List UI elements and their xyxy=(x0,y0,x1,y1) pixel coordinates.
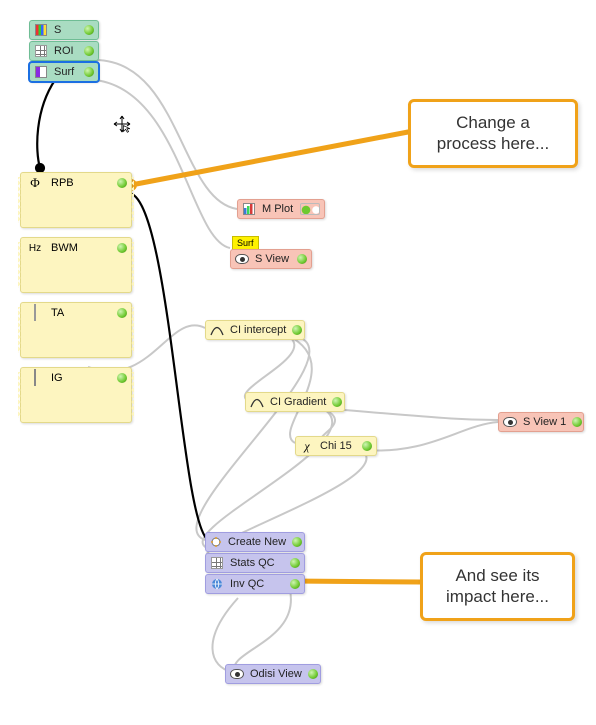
output-node-create-new[interactable]: Create New xyxy=(205,532,305,552)
process-node-ci-gradient[interactable]: CI Gradient xyxy=(245,392,345,412)
status-dot-icon xyxy=(332,397,342,407)
book-icon xyxy=(34,65,48,79)
node-label: TA xyxy=(45,307,111,319)
view-node-sview[interactable]: S View xyxy=(230,249,312,269)
ta-symbol-icon xyxy=(25,305,45,321)
node-label: Stats QC xyxy=(226,557,284,569)
status-dot-icon xyxy=(297,254,307,264)
callout-line: impact here... xyxy=(437,586,558,607)
callout-line: Change a xyxy=(425,112,561,133)
hz-symbol-icon: Hz xyxy=(25,243,45,254)
curve-icon xyxy=(250,395,264,409)
sticky-note: Surf xyxy=(232,236,259,250)
callout-change-process: Change a process here... xyxy=(408,99,578,168)
source-node-surf[interactable]: Surf xyxy=(29,62,99,82)
node-label: S xyxy=(50,24,78,36)
node-label: CI intercept xyxy=(226,324,286,336)
chi-symbol-icon: χ xyxy=(300,439,314,453)
status-dot-icon xyxy=(290,579,300,589)
node-label: S View xyxy=(251,253,291,265)
source-node-s[interactable]: S xyxy=(29,20,99,40)
status-dot-icon xyxy=(300,203,320,215)
eye-icon xyxy=(235,252,249,266)
process-node-rpb[interactable]: Φ RPB xyxy=(20,172,132,228)
phi-symbol-icon: Φ xyxy=(25,175,45,191)
chart-icon xyxy=(25,370,45,386)
grid-icon xyxy=(210,556,224,570)
workflow-canvas[interactable]: S ROI Surf Φ RPB Hz BWM xyxy=(0,0,596,725)
node-label: BWM xyxy=(45,242,111,254)
output-node-inv-qc[interactable]: Inv QC xyxy=(205,574,305,594)
process-node-bwm[interactable]: Hz BWM xyxy=(20,237,132,293)
node-label: Inv QC xyxy=(226,578,284,590)
node-label: Chi 15 xyxy=(316,440,356,452)
sparkle-icon xyxy=(210,535,222,549)
node-label: ROI xyxy=(50,45,78,57)
status-dot-icon xyxy=(572,417,582,427)
status-dot-icon xyxy=(117,243,127,253)
status-dot-icon xyxy=(117,178,127,188)
globe-icon xyxy=(210,577,224,591)
node-label: Odisi View xyxy=(246,668,302,680)
grid-icon xyxy=(34,44,48,58)
status-dot-icon xyxy=(292,325,302,335)
status-dot-icon xyxy=(290,558,300,568)
process-node-ta[interactable]: TA xyxy=(20,302,132,358)
chart-icon xyxy=(242,202,256,216)
process-node-ig[interactable]: IG xyxy=(20,367,132,423)
node-label: S View 1 xyxy=(519,416,566,428)
eye-icon xyxy=(230,667,244,681)
status-dot-icon xyxy=(84,46,94,56)
node-label: RPB xyxy=(45,177,111,189)
source-node-roi[interactable]: ROI xyxy=(29,41,99,61)
status-dot-icon xyxy=(292,537,302,547)
callout-line: And see its xyxy=(437,565,558,586)
eye-icon xyxy=(503,415,517,429)
output-node-stats-qc[interactable]: Stats QC xyxy=(205,553,305,573)
callout-line: process here... xyxy=(425,133,561,154)
process-node-ci-intercept[interactable]: CI intercept xyxy=(205,320,305,340)
node-label: M Plot xyxy=(258,203,300,215)
palette-icon xyxy=(34,23,48,37)
node-label: Surf xyxy=(50,66,78,78)
status-dot-icon xyxy=(84,25,94,35)
status-dot-icon xyxy=(117,373,127,383)
callout-impact: And see its impact here... xyxy=(420,552,575,621)
view-node-sview1[interactable]: S View 1 xyxy=(498,412,584,432)
node-label: CI Gradient xyxy=(266,396,326,408)
output-node-odisi-view[interactable]: Odisi View xyxy=(225,664,321,684)
node-label: IG xyxy=(45,372,111,384)
status-dot-icon xyxy=(117,308,127,318)
node-label: Create New xyxy=(224,536,286,548)
move-cursor-icon xyxy=(113,115,131,133)
status-dot-icon xyxy=(84,67,94,77)
sticky-label: Surf xyxy=(237,238,254,248)
process-node-chi15[interactable]: χ Chi 15 xyxy=(295,436,377,456)
status-dot-icon xyxy=(362,441,372,451)
status-dot-icon xyxy=(308,669,318,679)
curve-icon xyxy=(210,323,224,337)
view-node-mplot[interactable]: M Plot xyxy=(237,199,325,219)
